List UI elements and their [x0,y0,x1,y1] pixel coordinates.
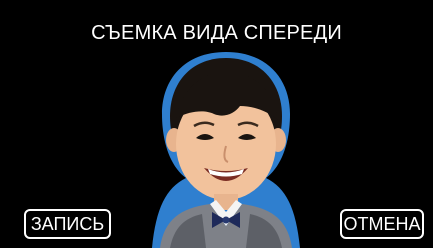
record-button[interactable]: ЗАПИСЬ [24,209,111,239]
front-view-preview [152,52,300,248]
screen-title: СЪЕМКА ВИДА СПЕРЕДИ [91,22,342,44]
cancel-button[interactable]: ОТМЕНА [340,209,424,239]
camera-screen: СЪЕМКА ВИДА СПЕРЕДИ ЗАПИСЬ ОТМЕНА [0,0,433,248]
